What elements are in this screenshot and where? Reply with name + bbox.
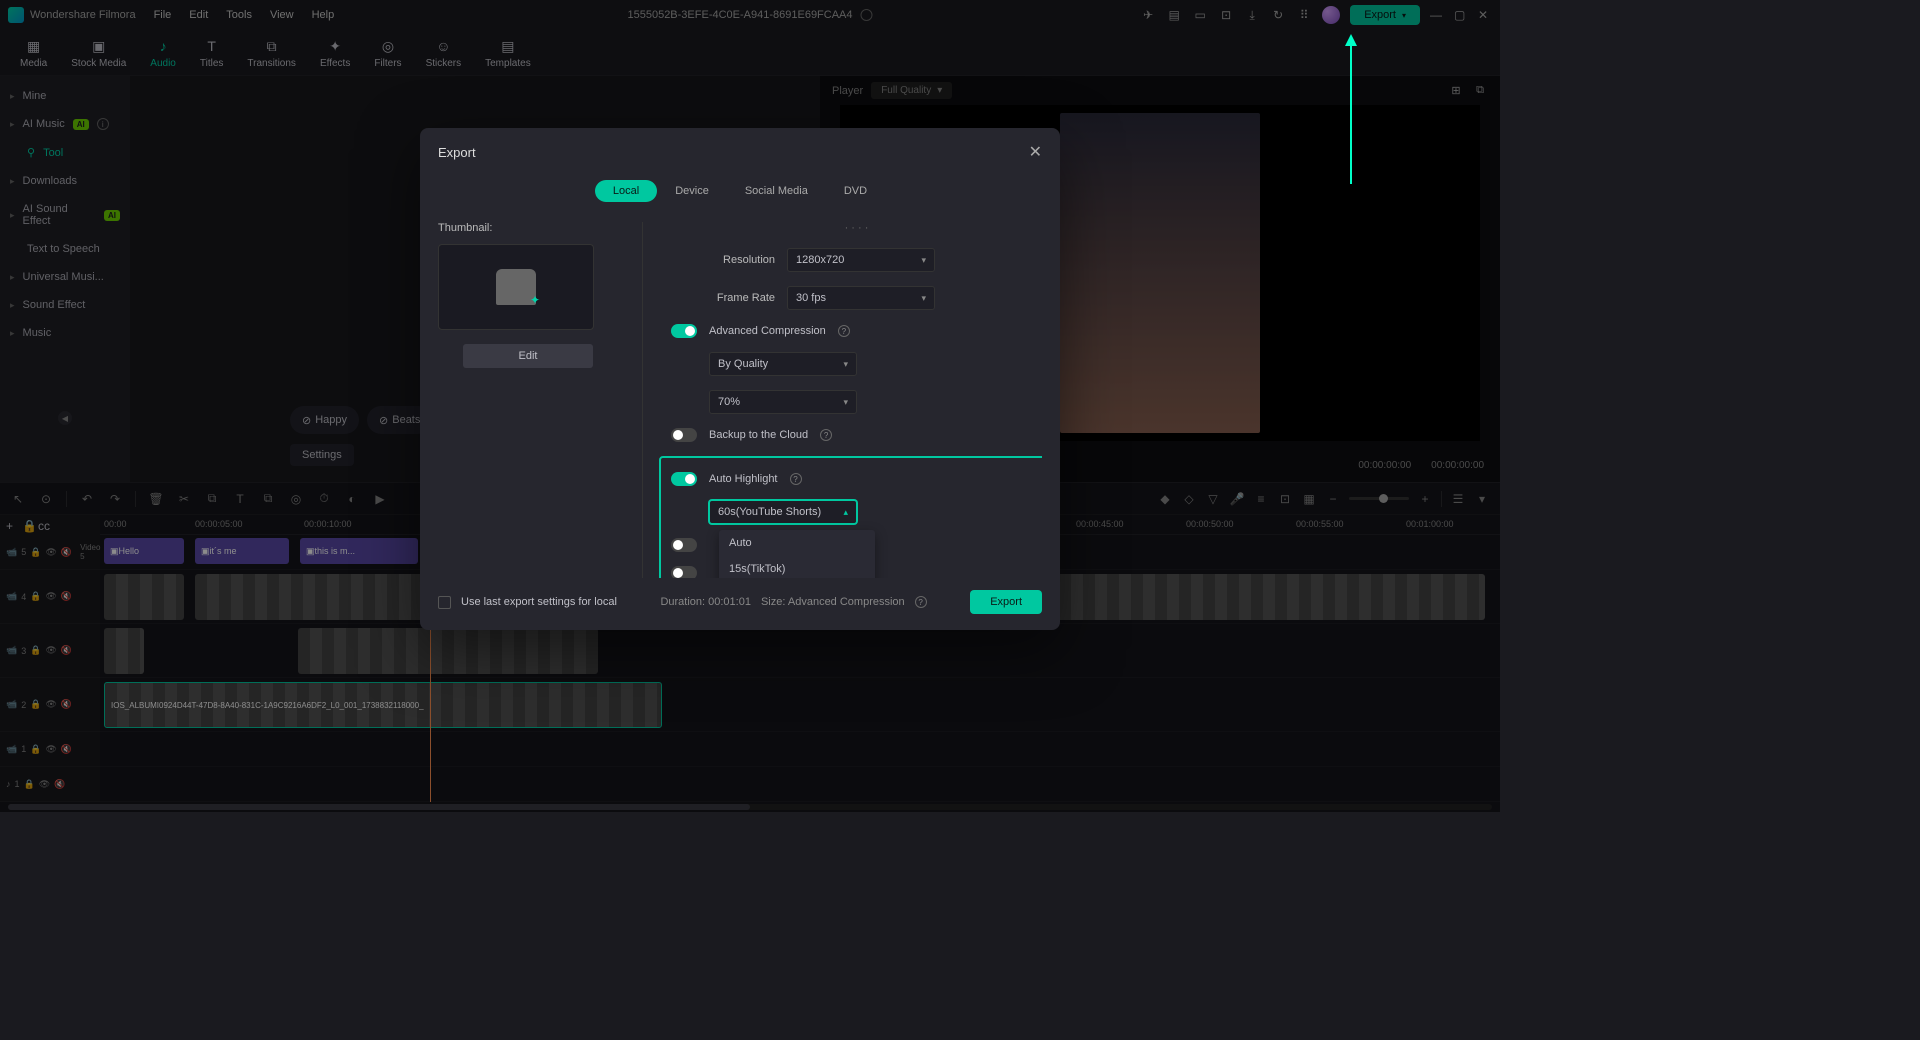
info-icon[interactable]: ? [790,473,802,485]
edit-thumbnail-button[interactable]: Edit [463,344,593,368]
dropdown-option-15s[interactable]: 15s(TikTok) [719,556,875,578]
auto-highlight-section: Auto Highlight ? 60s(YouTube Shorts)▴ Au… [659,456,1042,578]
dropdown-option-auto[interactable]: Auto [719,530,875,556]
highlight-dropdown: Auto 15s(TikTok) 60s(YouTube Shorts) Cus… [719,530,875,578]
modal-title: Export [438,145,476,160]
resolution-select[interactable]: 1280x720▾ [787,248,935,272]
framerate-select[interactable]: 30 fps▾ [787,286,935,310]
thumbnail-label: Thumbnail: [438,222,618,234]
backup-cloud-toggle[interactable] [671,428,697,442]
size-info: Size: Advanced Compression [761,596,905,608]
info-icon[interactable]: ? [820,429,832,441]
use-last-settings-checkbox[interactable] [438,596,451,609]
backup-cloud-label: Backup to the Cloud [709,429,808,441]
adv-compression-label: Advanced Compression [709,325,826,337]
tab-dvd[interactable]: DVD [826,180,885,202]
extra-toggle-1[interactable] [671,538,697,552]
export-confirm-button[interactable]: Export [970,590,1042,614]
quality-percent-select[interactable]: 70%▾ [709,390,857,414]
extra-toggle-2[interactable] [671,566,697,578]
highlight-duration-select[interactable]: 60s(YouTube Shorts)▴ [709,500,857,524]
thumbnail-preview[interactable]: ✦ [438,244,594,330]
info-icon[interactable]: ? [915,596,927,608]
use-last-settings-label: Use last export settings for local [461,596,617,608]
tab-device[interactable]: Device [657,180,727,202]
auto-highlight-toggle[interactable] [671,472,697,486]
auto-highlight-label: Auto Highlight [709,473,778,485]
modal-close-button[interactable]: ✕ [1029,142,1042,162]
tab-social-media[interactable]: Social Media [727,180,826,202]
sparkle-icon: ✦ [530,293,540,307]
duration-info: Duration: 00:01:01 [660,596,751,608]
quality-mode-select[interactable]: By Quality▾ [709,352,857,376]
tab-local[interactable]: Local [595,180,657,202]
export-modal: Export ✕ Local Device Social Media DVD T… [420,128,1060,630]
adv-compression-toggle[interactable] [671,324,697,338]
info-icon[interactable]: ? [838,325,850,337]
framerate-label: Frame Rate [671,292,775,304]
resolution-label: Resolution [671,254,775,266]
